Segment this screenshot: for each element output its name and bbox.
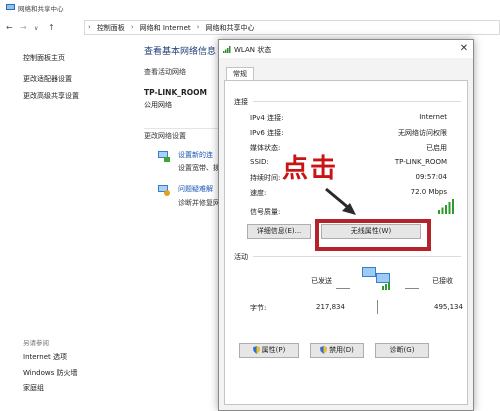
close-icon[interactable]: ✕ <box>457 42 471 56</box>
duration-value: 09:57:04 <box>415 173 447 181</box>
sidebar-item-windows-firewall[interactable]: Windows 防火墙 <box>23 368 77 378</box>
signal-quality-label: 信号质量: <box>250 208 281 216</box>
sidebar-item-change-adapter[interactable]: 更改适配器设置 <box>23 74 72 84</box>
sidebar-item-control-panel-home[interactable]: 控制面板主页 <box>23 53 65 63</box>
bytes-received-value: 495,134 <box>434 303 463 311</box>
ssid-value: TP-LINK_ROOM <box>394 158 447 166</box>
window-titlebar: 网络和共享中心 <box>0 0 500 14</box>
details-button[interactable]: 详细信息(E)... <box>247 224 311 239</box>
network-name: TP-LINK_ROOM <box>144 88 207 97</box>
media-state-label: 媒体状态: <box>250 144 281 152</box>
network-activity-icon <box>362 267 390 290</box>
breadcrumb-separator-icon: › <box>196 23 200 31</box>
breadcrumb-separator-icon: › <box>130 23 134 31</box>
connection-group-label: 连接 <box>234 98 248 106</box>
forward-icon[interactable]: → <box>20 23 27 32</box>
ipv4-label: IPv4 连接: <box>250 114 284 122</box>
sent-label: 已发送 <box>311 277 332 285</box>
tab-general[interactable]: 常规 <box>226 67 254 81</box>
dialog-titlebar[interactable]: WLAN 状态 ✕ <box>219 40 473 58</box>
back-icon[interactable]: ← <box>6 23 13 32</box>
ipv6-value: 无网络访问权限 <box>398 129 447 137</box>
sidebar-item-advanced-sharing[interactable]: 更改高级共享设置 <box>23 91 79 101</box>
bytes-sent-value: 217,834 <box>316 303 345 311</box>
setup-connection-desc: 设置宽带、拨 <box>178 164 220 172</box>
received-line <box>405 288 419 289</box>
properties-label: 属性(P) <box>261 346 286 354</box>
sent-line <box>336 288 350 289</box>
active-networks-label: 查看活动网络 <box>144 68 186 76</box>
activity-group-label: 活动 <box>234 253 248 261</box>
disable-button[interactable]: 禁用(D) <box>310 343 364 358</box>
properties-button[interactable]: 属性(P) <box>239 343 299 358</box>
received-label: 已接收 <box>432 277 453 285</box>
new-connection-icon <box>158 151 170 162</box>
shield-icon <box>252 346 260 354</box>
recent-pages-chevron-icon[interactable]: ∨ <box>34 25 38 32</box>
group-divider <box>253 256 461 257</box>
troubleshoot-link[interactable]: 问题疑难解 <box>178 184 213 194</box>
network-app-icon <box>6 4 15 10</box>
annotation-arrow-icon <box>325 187 356 215</box>
breadcrumb-control-panel[interactable]: 控制面板 <box>97 23 125 33</box>
annotation-highlight-box <box>315 219 431 251</box>
ssid-label: SSID: <box>250 158 269 166</box>
sidebar: 控制面板主页 更改适配器设置 更改高级共享设置 另请参阅 Internet 选项… <box>0 40 130 411</box>
breadcrumb-network-sharing-center[interactable]: 网络和共享中心 <box>205 23 254 33</box>
shield-icon <box>320 346 328 354</box>
duration-label: 持续时间: <box>250 174 281 182</box>
ipv6-label: IPv6 连接: <box>250 129 284 137</box>
bytes-label: 字节: <box>250 304 267 312</box>
speed-value: 72.0 Mbps <box>410 188 447 196</box>
up-icon[interactable]: ↑ <box>48 23 55 32</box>
disable-label: 禁用(D) <box>329 346 354 354</box>
network-type: 公用网络 <box>144 101 172 109</box>
annotation-text: 点击 <box>282 154 339 184</box>
sidebar-item-internet-options[interactable]: Internet 选项 <box>23 352 67 362</box>
troubleshoot-desc: 诊断并修复网 <box>178 199 220 207</box>
breadcrumb: › 控制面板 › 网络和 Internet › 网络和共享中心 <box>88 23 254 33</box>
breadcrumb-separator-icon: › <box>88 23 91 31</box>
page-title: 查看基本网络信息 <box>144 47 217 57</box>
dialog-title: WLAN 状态 <box>234 46 272 54</box>
window-title: 网络和共享中心 <box>18 5 64 13</box>
signal-icon <box>223 46 231 53</box>
sidebar-item-homegroup[interactable]: 家庭组 <box>23 383 44 393</box>
section-divider <box>144 128 224 129</box>
breadcrumb-network-internet[interactable]: 网络和 Internet <box>140 23 191 33</box>
change-settings-label: 更改网络设置 <box>144 132 186 140</box>
see-also-label: 另请参阅 <box>23 339 49 347</box>
setup-connection-link[interactable]: 设置新的连 <box>178 150 213 160</box>
group-divider <box>253 101 461 102</box>
media-state-value: 已启用 <box>426 144 447 152</box>
speed-label: 速度: <box>250 189 267 197</box>
ipv4-value: Internet <box>419 113 447 121</box>
troubleshoot-icon <box>158 185 170 196</box>
signal-strength-icon <box>438 199 454 214</box>
diagnose-button[interactable]: 诊断(G) <box>375 343 429 358</box>
bytes-divider <box>377 300 378 314</box>
